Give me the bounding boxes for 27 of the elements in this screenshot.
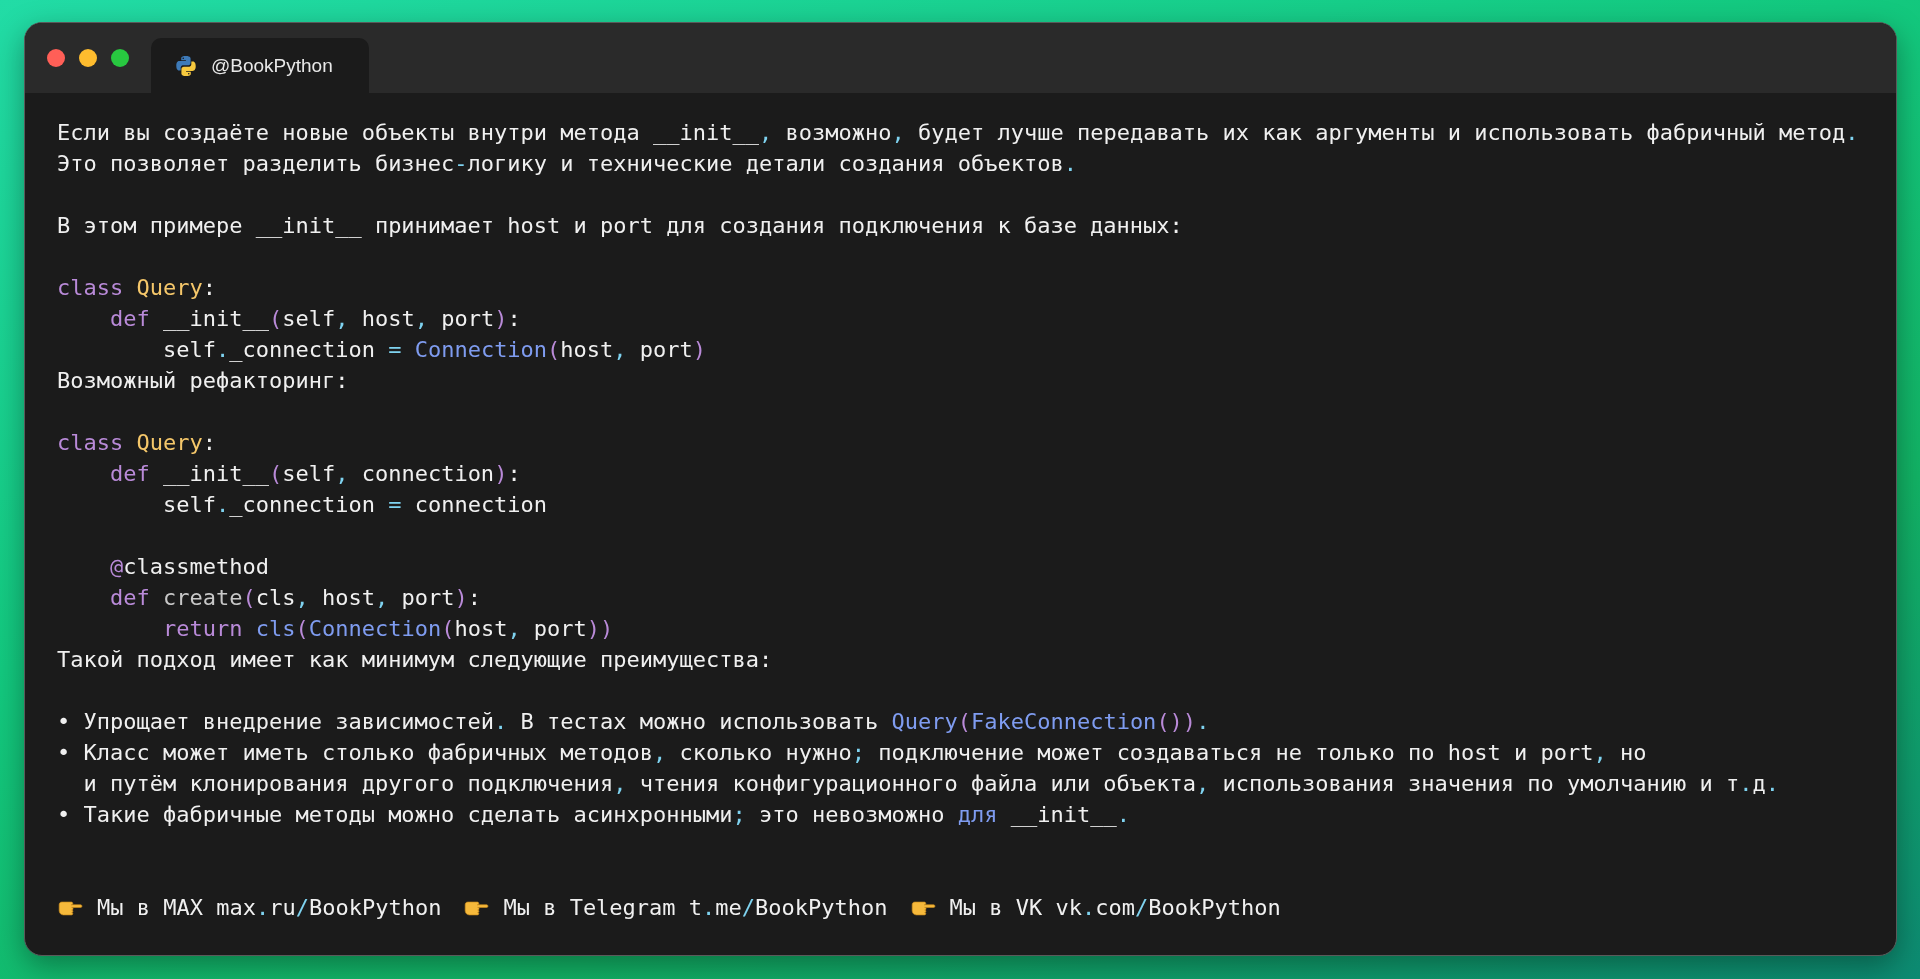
text-line: • Такие фабричные методы можно сделать асинхронными; это невозможно для __init__.: [57, 801, 1130, 829]
channel-link[interactable]: Мы в Telegram t.me/BookPython: [503, 892, 888, 923]
text-line: • Класс может иметь столько фабричных методов, сколько нужно; подключение может создаваться не только по host и port, но: [57, 739, 1647, 767]
text-line: @classmethod: [108, 553, 269, 581]
text-line: def __init__(self, connection):: [108, 460, 521, 488]
minimize-icon[interactable]: [79, 49, 97, 67]
text-line: def __init__(self, host, port):: [108, 305, 521, 333]
channel-link[interactable]: Мы в VK vk.com/BookPython: [949, 892, 1281, 923]
text-line: Если вы создаёте новые объекты внутри метода __init__, возможно, будет лучше передавать их как аргументы и использовать фабричный метод.: [57, 119, 1859, 147]
text-line: Это позволяет разделить бизнес-логику и технические детали создания объектов.: [57, 150, 1077, 178]
text-line: self._connection = connection: [161, 491, 548, 519]
text-line: class Query:: [57, 429, 216, 457]
tab-label: @BookPython: [211, 54, 333, 77]
text-line: и путём клонирования другого подключения, чтения конфигурационного файла или объекта, использования значения по умолчанию и т.д.: [82, 770, 1779, 798]
text-line: В этом примере __init__ принимает host и port для создания подключения к базе данных:: [57, 212, 1183, 240]
text-line: • Упрощает внедрение зависимостей. В тестах можно использовать Query(FakeConnection()).: [57, 708, 1210, 736]
close-icon[interactable]: [47, 49, 65, 67]
text-line: Возможный рефакторинг:: [57, 367, 349, 395]
maximize-icon[interactable]: [111, 49, 129, 67]
text-line: return cls(Connection(host, port)): [161, 615, 614, 643]
tab[interactable]: @BookPython: [151, 38, 369, 93]
python-logo-icon: [175, 54, 197, 77]
text-line: def create(cls, host, port):: [108, 584, 481, 612]
text-line: class Query:: [57, 274, 216, 302]
channel-link[interactable]: Мы в MAX max.ru/BookPython: [97, 892, 442, 923]
text-line: self._connection = Connection(host, port): [161, 336, 707, 364]
text-line: Такой подход имеет как минимум следующие преимущества:: [57, 646, 773, 674]
